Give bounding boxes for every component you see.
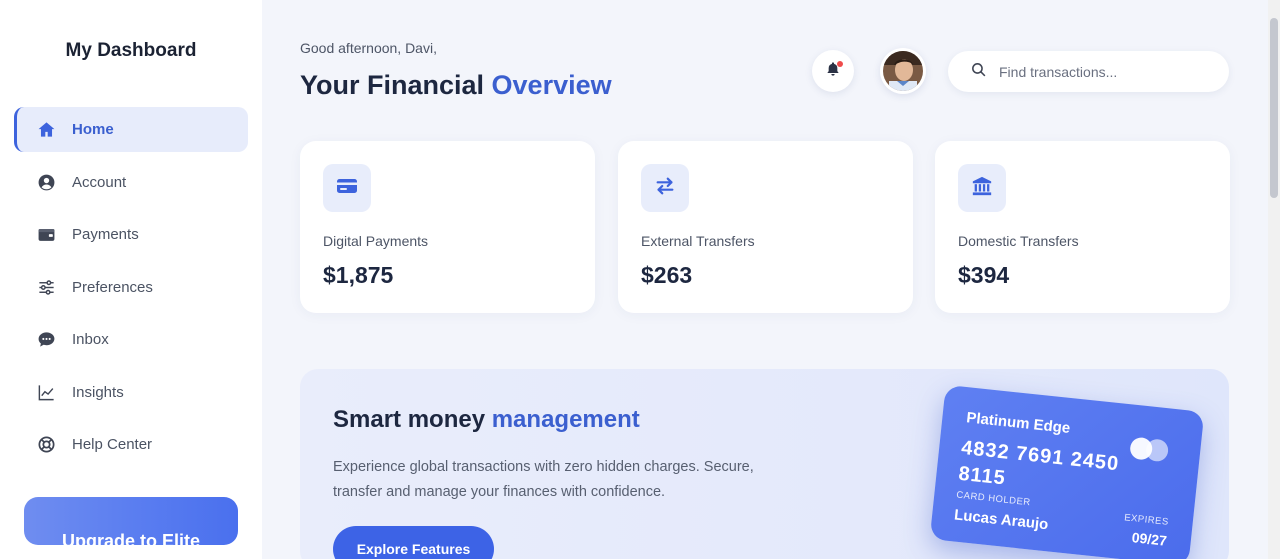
stat-value: $394 [958,262,1010,288]
sidebar-item-label: Account [72,173,127,191]
stat-label: External Transfers [641,233,755,249]
card-holder-name: Lucas Araujo [953,506,1050,534]
stat-label: Domestic Transfers [958,233,1079,249]
transfer-arrows-icon [654,175,676,202]
avatar[interactable] [880,48,926,94]
search-icon [970,61,987,83]
stat-card-digital-payments[interactable]: Digital Payments $1,875 [300,141,595,313]
avatar-photo [883,51,923,91]
upgrade-label: Upgrade to Elite [61,531,200,545]
promo-description: Experience global transactions with zero… [333,459,754,500]
brand-title: My Dashboard [65,40,197,61]
cta-label: Explore Features [356,541,471,557]
stat-value: $1,875 [323,262,394,288]
search-bar[interactable] [948,51,1229,92]
user-circle-icon [36,172,56,192]
sidebar-item-home[interactable]: Home [14,107,248,152]
credit-card-icon [335,174,359,203]
sidebar-item-help-center[interactable]: Help Center [14,422,248,467]
page-title-main: Your Financial [300,70,492,100]
sidebar: My Dashboard Home Account Payments Prefe… [0,0,262,559]
promo-title-main: Smart money [333,406,492,433]
scrollbar-thumb[interactable] [1270,18,1278,198]
sliders-icon [36,277,56,297]
sidebar-item-label: Preferences [72,278,153,296]
sidebar-item-label: Home [72,121,114,138]
greeting-text: Good afternoon, Davi, [300,40,437,56]
search-input[interactable] [999,63,1209,80]
stat-icon-box [641,164,689,212]
sidebar-item-preferences[interactable]: Preferences [14,265,248,310]
home-icon [36,120,56,140]
sidebar-item-label: Payments [72,226,139,243]
sidebar-item-label: Help Center [72,436,153,453]
sidebar-item-inbox[interactable]: Inbox [14,317,248,362]
bank-icon [971,175,993,202]
card-name: Platinum Edge [965,409,1071,438]
promo-title-accent: management [491,406,640,433]
chat-icon [36,330,56,350]
sidebar-item-label: Insights [72,383,124,401]
notification-dot [837,61,843,67]
stat-value: $263 [641,262,693,288]
upgrade-button[interactable]: Upgrade to Elite [24,497,238,545]
scrollbar-track[interactable] [1268,0,1280,559]
sidebar-item-payments[interactable]: Payments [14,212,248,257]
page-title: Your Financial Overview [300,70,612,101]
stat-card-domestic-transfers[interactable]: Domestic Transfers $394 [935,141,1230,313]
sidebar-item-label: Inbox [72,331,109,348]
bank-card: Platinum Edge 4832 7691 2450 8115 CARD H… [929,384,1205,559]
stat-label: Digital Payments [323,233,429,249]
sidebar-nav: Home Account Payments Preferences Inbox [14,107,248,475]
page-title-accent: Overview [491,70,612,100]
explore-features-button[interactable]: Explore Features [333,526,494,559]
wallet-icon [36,225,56,245]
lifebuoy-icon [36,435,56,455]
stat-icon-box [323,164,371,212]
stat-card-external-transfers[interactable]: External Transfers $263 [618,141,913,313]
line-chart-icon [36,382,56,402]
sidebar-item-account[interactable]: Account [14,160,248,205]
card-expires-label: EXPIRES [1123,512,1170,528]
card-expiry-date: 09/27 [1131,529,1168,549]
notifications-button[interactable] [812,50,854,92]
promo-title: Smart money management [333,406,640,434]
sidebar-item-insights[interactable]: Insights [14,370,248,415]
stat-icon-box [958,164,1006,212]
